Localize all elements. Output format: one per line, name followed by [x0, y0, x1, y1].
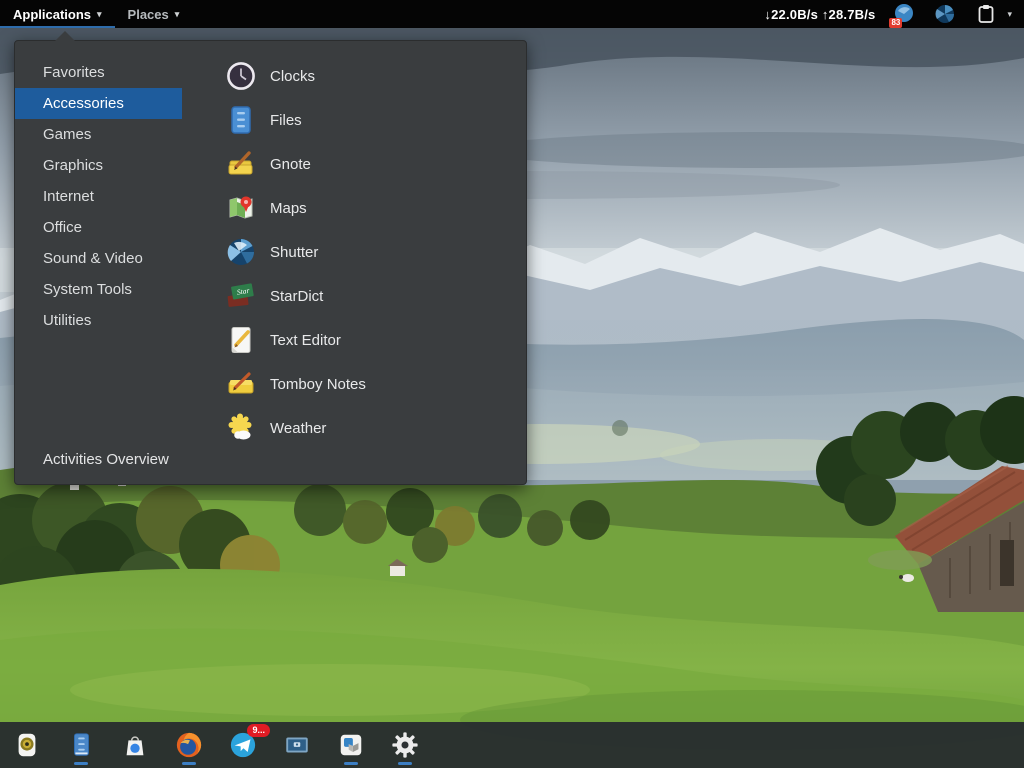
app-label: Clocks: [270, 68, 315, 85]
screenshot-tool-icon: [282, 730, 312, 760]
app-label: Shutter: [270, 244, 318, 261]
category-sound-video[interactable]: Sound & Video: [15, 243, 182, 274]
dock-item-software[interactable]: [120, 730, 150, 765]
top-bar: Applications ▾ Places ▾ ↓22.0B/s ↑28.7B/…: [0, 0, 1024, 28]
system-tray: ↓22.0B/s ↑28.7B/s 83: [764, 2, 1024, 26]
running-indicator: [344, 762, 358, 765]
app-list: Clocks Files: [211, 54, 518, 450]
app-label: Files: [270, 112, 302, 129]
app-item-text-editor[interactable]: Text Editor: [211, 318, 518, 362]
dock-item-firefox[interactable]: [174, 730, 204, 765]
app-label: Maps: [270, 200, 307, 217]
firefox-icon: [174, 730, 204, 760]
app-label: StarDict: [270, 288, 323, 305]
app-label: Weather: [270, 420, 326, 437]
category-accessories[interactable]: Accessories: [15, 88, 182, 119]
shutter-icon: [225, 236, 257, 268]
app-item-weather[interactable]: Weather: [211, 406, 518, 450]
dock-item-boxes[interactable]: [336, 730, 366, 765]
chevron-down-icon[interactable]: ▾: [1007, 9, 1012, 20]
app-label: Tomboy Notes: [270, 376, 366, 393]
category-favorites[interactable]: Favorites: [15, 57, 182, 88]
applications-menu-button[interactable]: Applications ▾: [0, 0, 115, 28]
category-games[interactable]: Games: [15, 119, 182, 150]
settings-gear-icon: [390, 730, 420, 760]
app-item-files[interactable]: Files: [211, 98, 518, 142]
dock: 9...: [0, 722, 1024, 768]
dock-item-screenshot-tool[interactable]: [282, 730, 312, 765]
network-speed-indicator: ↓22.0B/s ↑28.7B/s: [764, 7, 875, 22]
category-office[interactable]: Office: [15, 212, 182, 243]
app-item-maps[interactable]: Maps: [211, 186, 518, 230]
shutter-tray-icon[interactable]: [933, 2, 957, 26]
category-system-tools[interactable]: System Tools: [15, 274, 182, 305]
dock-item-image-viewer[interactable]: [12, 730, 42, 765]
running-indicator: [74, 762, 88, 765]
category-list: Favorites Accessories Games Graphics Int…: [15, 57, 182, 336]
dock-item-files[interactable]: [66, 730, 96, 765]
places-menu-button[interactable]: Places ▾: [115, 0, 193, 28]
stardict-icon: Star: [225, 280, 257, 312]
running-indicator: [398, 762, 412, 765]
dock-item-settings[interactable]: [390, 730, 420, 765]
clocks-icon: [225, 60, 257, 92]
app-item-shutter[interactable]: Shutter: [211, 230, 518, 274]
app-label: Gnote: [270, 156, 311, 173]
unread-count-badge: 83: [889, 18, 902, 28]
dock-item-telegram[interactable]: 9...: [228, 730, 258, 765]
files-icon: [225, 104, 257, 136]
applications-label: Applications: [13, 7, 91, 22]
desktop: Applications ▾ Places ▾ ↓22.0B/s ↑28.7B/…: [0, 0, 1024, 768]
app-item-gnote[interactable]: Gnote: [211, 142, 518, 186]
app-item-clocks[interactable]: Clocks: [211, 54, 518, 98]
category-internet[interactable]: Internet: [15, 181, 182, 212]
tomboy-notes-icon: [225, 368, 257, 400]
category-graphics[interactable]: Graphics: [15, 150, 182, 181]
weather-icon: [225, 412, 257, 444]
applications-menu: Favorites Accessories Games Graphics Int…: [14, 40, 527, 485]
text-editor-icon: [225, 324, 257, 356]
notification-badge: 9...: [247, 724, 270, 737]
feed-reader-icon[interactable]: 83: [892, 2, 916, 26]
category-utilities[interactable]: Utilities: [15, 305, 182, 336]
gnote-icon: [225, 148, 257, 180]
maps-icon: [225, 192, 257, 224]
clipboard-icon[interactable]: [974, 2, 998, 26]
image-viewer-icon: [12, 730, 42, 760]
app-item-tomboy-notes[interactable]: Tomboy Notes: [211, 362, 518, 406]
running-indicator: [182, 762, 196, 765]
chevron-down-icon: ▾: [97, 9, 102, 20]
app-item-stardict[interactable]: Star StarDict: [211, 274, 518, 318]
activities-overview-button[interactable]: Activities Overview: [43, 451, 169, 468]
boxes-icon: [336, 730, 366, 760]
app-label: Text Editor: [270, 332, 341, 349]
chevron-down-icon: ▾: [175, 9, 180, 20]
files-icon: [66, 730, 96, 760]
places-label: Places: [128, 7, 169, 22]
software-icon: [120, 730, 150, 760]
